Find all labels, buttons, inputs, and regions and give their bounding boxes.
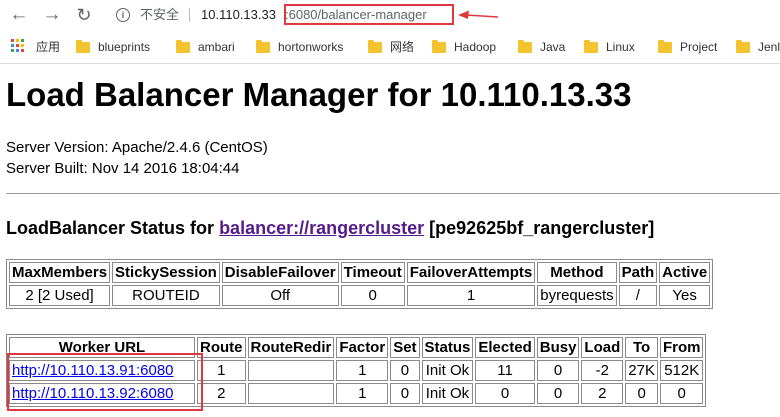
header-set: Set: [390, 337, 420, 358]
bookmark-linux[interactable]: Linux: [584, 31, 635, 63]
cell-from: 0: [659, 383, 704, 404]
balancer-settings-table: MaxMembers StickySession DisableFailover…: [6, 259, 714, 309]
header-busy: Busy: [536, 337, 580, 358]
cell-to: 27K: [625, 360, 658, 381]
cell-elected: 11: [475, 360, 535, 381]
balancer-id: [pe92625bf_rangercluster]: [429, 218, 655, 238]
page-title: Load Balancer Manager for 10.110.13.33: [6, 76, 632, 113]
cell-status: Init Ok: [421, 383, 474, 404]
cell-failoverattempts: 1: [406, 285, 536, 306]
balancer-link[interactable]: balancer://rangercluster: [219, 218, 424, 238]
header-elected: Elected: [475, 337, 535, 358]
cell-worker-url: http://10.110.13.92:6080: [9, 383, 195, 404]
header-to: To: [625, 337, 658, 358]
folder-icon: [518, 40, 532, 53]
bookmarks-bar: 应用 blueprints ambari hortonworks 网络 Hado…: [0, 31, 780, 64]
forward-arrow-icon[interactable]: →: [40, 4, 64, 26]
workers-table: Worker URL Route RouteRedir Factor Set S…: [6, 334, 707, 407]
table-header-row: MaxMembers StickySession DisableFailover…: [9, 262, 711, 283]
browser-toolbar: ← → ↻ i 不安全 10.110.13.33 :6080/balancer-…: [0, 0, 780, 31]
bookmark-hortonworks[interactable]: hortonworks: [256, 31, 343, 63]
bookmark-blueprints[interactable]: blueprints: [76, 31, 150, 63]
bookmark-jenkins[interactable]: Jenl: [736, 31, 780, 63]
folder-icon: [584, 40, 598, 53]
bookmark-project[interactable]: Project: [658, 31, 717, 63]
bookmark-java[interactable]: Java: [518, 31, 565, 63]
header-maxmembers: MaxMembers: [9, 262, 111, 283]
server-built: Server Built: Nov 14 2016 18:04:44: [6, 160, 240, 177]
annotation-arrow-icon: [458, 10, 498, 19]
cell-factor: 1: [336, 383, 389, 404]
worker-link[interactable]: http://10.110.13.91:6080: [12, 362, 174, 379]
header-active: Active: [659, 262, 711, 283]
cell-routeredir: [247, 360, 335, 381]
cell-path: /: [618, 285, 658, 306]
folder-icon: [368, 40, 382, 53]
cell-route: 2: [197, 383, 246, 404]
cell-timeout: 0: [340, 285, 405, 306]
bookmark-apps[interactable]: 应用: [36, 31, 60, 63]
cell-set: 0: [390, 383, 420, 404]
bookmark-hadoop[interactable]: Hadoop: [432, 31, 496, 63]
header-method: Method: [537, 262, 617, 283]
folder-icon: [176, 40, 190, 53]
cell-disablefailover: Off: [221, 285, 339, 306]
folder-icon: [658, 40, 672, 53]
info-icon[interactable]: i: [116, 8, 130, 22]
header-load: Load: [581, 337, 624, 358]
table-row: http://10.110.13.91:6080 1 1 0 Init Ok 1…: [9, 360, 704, 381]
cell-status: Init Ok: [421, 360, 474, 381]
header-status: Status: [421, 337, 474, 358]
header-path: Path: [618, 262, 658, 283]
url-host[interactable]: 10.110.13.33: [201, 4, 276, 26]
status-prefix: LoadBalancer Status for: [6, 218, 215, 238]
cell-worker-url: http://10.110.13.91:6080: [9, 360, 195, 381]
cell-maxmembers: 2 [2 Used]: [9, 285, 111, 306]
folder-icon: [76, 40, 90, 53]
header-factor: Factor: [336, 337, 389, 358]
header-worker-url: Worker URL: [9, 337, 195, 358]
table-row: http://10.110.13.92:6080 2 1 0 Init Ok 0…: [9, 383, 704, 404]
cell-set: 0: [390, 360, 420, 381]
header-from: From: [659, 337, 704, 358]
header-route: Route: [197, 337, 246, 358]
folder-icon: [256, 40, 270, 53]
balancer-status-heading: LoadBalancer Status for balancer://range…: [6, 216, 654, 240]
header-disablefailover: DisableFailover: [221, 262, 339, 283]
security-status[interactable]: 不安全: [140, 4, 179, 26]
cell-route: 1: [197, 360, 246, 381]
table-header-row: Worker URL Route RouteRedir Factor Set S…: [9, 337, 704, 358]
cell-method: byrequests: [537, 285, 617, 306]
worker-link[interactable]: http://10.110.13.92:6080: [12, 385, 174, 402]
cell-elected: 0: [475, 383, 535, 404]
cell-factor: 1: [336, 360, 389, 381]
header-timeout: Timeout: [340, 262, 405, 283]
cell-stickysession: ROUTEID: [112, 285, 220, 306]
cell-busy: 0: [536, 360, 580, 381]
url-annotation-box: [284, 4, 454, 25]
cell-active: Yes: [659, 285, 711, 306]
bookmark-ambari[interactable]: ambari: [176, 31, 235, 63]
table-row: 2 [2 Used] ROUTEID Off 0 1 byrequests / …: [9, 285, 711, 306]
url-divider: [189, 8, 190, 22]
cell-load: -2: [581, 360, 624, 381]
header-routeredir: RouteRedir: [247, 337, 335, 358]
back-arrow-icon[interactable]: ←: [7, 4, 31, 26]
bookmark-network[interactable]: 网络: [368, 31, 414, 63]
header-failoverattempts: FailoverAttempts: [406, 262, 536, 283]
reload-icon[interactable]: ↻: [72, 4, 96, 26]
cell-load: 2: [581, 383, 624, 404]
folder-icon: [432, 40, 446, 53]
cell-from: 512K: [659, 360, 704, 381]
cell-routeredir: [247, 383, 335, 404]
cell-busy: 0: [536, 383, 580, 404]
apps-grid-icon[interactable]: [11, 39, 25, 53]
divider: [6, 193, 780, 194]
header-stickysession: StickySession: [112, 262, 220, 283]
server-version: Server Version: Apache/2.4.6 (CentOS): [6, 139, 268, 156]
cell-to: 0: [625, 383, 658, 404]
folder-icon: [736, 40, 750, 53]
